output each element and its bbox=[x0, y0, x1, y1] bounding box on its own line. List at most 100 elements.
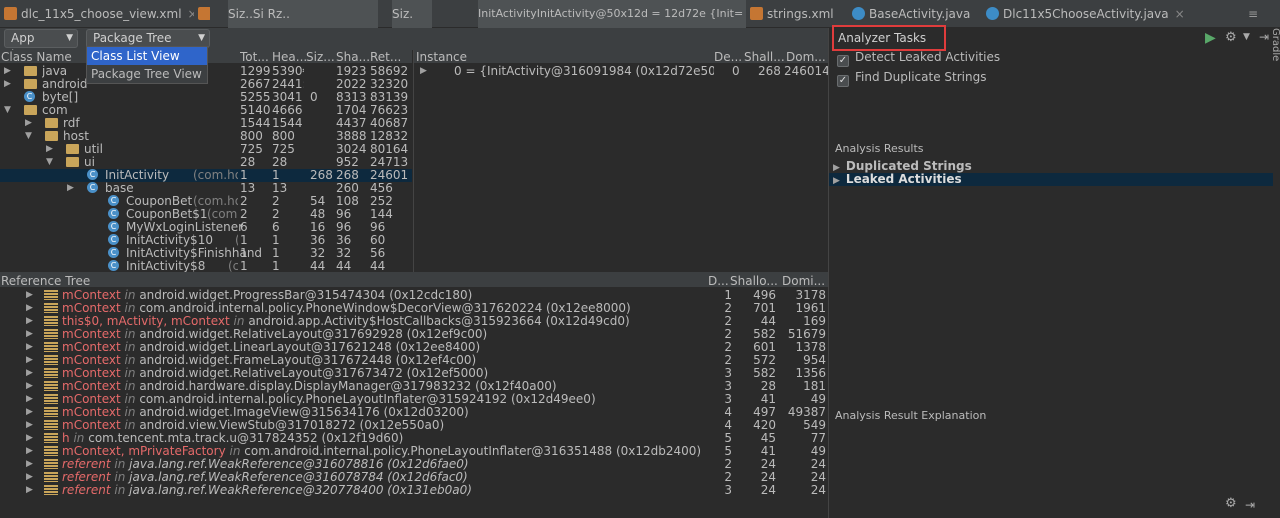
expand-arrow-icon[interactable]: ▶ bbox=[26, 289, 33, 302]
expand-arrow-icon[interactable]: ▶ bbox=[26, 315, 33, 328]
col-size[interactable]: Siz... bbox=[306, 50, 335, 64]
reference-row[interactable]: ▶ referent in java.lang.ref.WeakReference… bbox=[0, 458, 828, 471]
run-icon[interactable]: ▶ bbox=[1205, 30, 1216, 46]
expand-arrow-icon[interactable]: ▶ bbox=[67, 182, 74, 195]
col-total[interactable]: Tot... bbox=[240, 50, 269, 64]
col-shallow-size[interactable]: Shall... bbox=[744, 50, 785, 64]
class-row[interactable]: CCouponBet$1(com.hos224896144 bbox=[0, 208, 412, 221]
reference-row[interactable]: ▶ mContext in android.widget.LinearLayout… bbox=[0, 341, 828, 354]
expand-arrow-icon[interactable]: ▶ bbox=[26, 367, 33, 380]
checkbox-checked-icon[interactable]: ✓ bbox=[837, 75, 849, 87]
ref-dominating: 181 bbox=[803, 380, 826, 393]
expand-arrow-icon[interactable]: ▶ bbox=[26, 445, 33, 458]
reference-row[interactable]: ▶ mContext in com.android.internal.policy… bbox=[0, 302, 828, 315]
tab-siz-2[interactable]: Siz. bbox=[392, 0, 432, 28]
expand-arrow-icon[interactable]: ▶ bbox=[26, 458, 33, 471]
expand-arrow-icon[interactable]: ▶ bbox=[46, 143, 53, 156]
heap-selector[interactable]: App heap▼ bbox=[4, 29, 78, 62]
collapse-arrow-icon[interactable]: ▼ bbox=[46, 156, 53, 169]
class-row[interactable]: CCouponBet(com.host.u2254108252 bbox=[0, 195, 412, 208]
reference-row[interactable]: ▶ h in com.tencent.mta.track.u@317824352 … bbox=[0, 432, 828, 445]
expand-arrow-icon[interactable]: ▶ bbox=[833, 176, 840, 186]
close-icon[interactable]: × bbox=[1175, 7, 1184, 21]
reference-row[interactable]: ▶ mContext in android.widget.FrameLayout@… bbox=[0, 354, 828, 367]
class-row[interactable]: Cbyte[] 5255 3041 0 8313 83139 bbox=[0, 91, 412, 104]
class-row[interactable]: CMyWxLoginListener(cc66169696 bbox=[0, 221, 412, 234]
gear-icon[interactable]: ⚙ bbox=[1225, 496, 1237, 511]
col-dominating-size[interactable]: Dom... bbox=[786, 50, 826, 64]
class-row[interactable]: ▶ Cbase 13 13 260 456 bbox=[0, 182, 412, 195]
close-icon[interactable]: × bbox=[976, 7, 978, 21]
tab-strings-xml[interactable]: strings.xml bbox=[750, 0, 846, 28]
class-row[interactable]: ▼ com 5140 4666 1704 76623 bbox=[0, 104, 412, 117]
expand-arrow-icon[interactable]: ▶ bbox=[26, 471, 33, 484]
gear-icon[interactable]: ⚙ bbox=[1225, 30, 1237, 45]
expand-arrow-icon[interactable]: ▶ bbox=[4, 78, 11, 91]
col-heap[interactable]: Hea... bbox=[272, 50, 307, 64]
expand-arrow-icon[interactable]: ▶ bbox=[26, 380, 33, 393]
menu-item-class-list-view[interactable]: Class List View bbox=[87, 47, 207, 65]
class-row[interactable]: C InitActivity$Finishhand 1 1 32 32 56 bbox=[0, 247, 412, 260]
class-row[interactable]: CInitActivity$10(com.hc11363660 bbox=[0, 234, 412, 247]
task-detect-leaked-activities[interactable]: ✓ Detect Leaked Activities bbox=[837, 50, 1000, 67]
reference-row[interactable]: ▶ mContext in android.widget.ProgressBar@… bbox=[0, 289, 828, 302]
class-row[interactable]: ▶ rdf 1544 1544 4437 40687 bbox=[0, 117, 412, 130]
tab-initactivity-instance[interactable]: InitActivityInitActivity@50x12d = 12d72e… bbox=[478, 0, 746, 28]
col-depth[interactable]: De... bbox=[714, 50, 742, 64]
expand-arrow-icon[interactable]: ▶ bbox=[26, 341, 33, 354]
reference-row[interactable]: ▶ mContext in android.widget.RelativeLayo… bbox=[0, 328, 828, 341]
tab-list-menu-icon[interactable]: ≡ bbox=[1248, 0, 1276, 28]
expand-arrow-icon[interactable]: ▶ bbox=[26, 419, 33, 432]
task-find-duplicate-strings[interactable]: ✓ Find Duplicate Strings bbox=[837, 70, 986, 87]
close-icon[interactable]: × bbox=[188, 7, 194, 21]
collapse-arrow-icon[interactable]: ▼ bbox=[25, 130, 32, 143]
reference-row[interactable]: ▶ mContext in android.widget.ImageView@31… bbox=[0, 406, 828, 419]
col-retained[interactable]: Ret... bbox=[370, 50, 401, 64]
instance-row[interactable]: ▶ ! 0 = {InitActivity@316091984 (0x12d72… bbox=[414, 65, 829, 78]
result-leaked-activities[interactable]: ▶ Leaked Activities bbox=[829, 173, 1273, 186]
class-row[interactable]: ▶ util 725 725 3024 80164 bbox=[0, 143, 412, 156]
expand-arrow-icon[interactable]: ▶ bbox=[25, 117, 32, 130]
tab-base-activity-java[interactable]: BaseActivity.java× bbox=[852, 0, 978, 28]
col-ref-depth[interactable]: D... bbox=[708, 274, 729, 288]
expand-arrow-icon[interactable]: ▶ bbox=[26, 302, 33, 315]
expand-arrow-icon[interactable]: ▶ bbox=[4, 65, 11, 78]
tab-dlc-choose-view-xml[interactable]: dlc_11x5_choose_view.xml × bbox=[4, 0, 194, 28]
expand-arrow-icon[interactable]: ▶ bbox=[26, 432, 33, 445]
expand-arrow-icon[interactable]: ▶ bbox=[26, 328, 33, 341]
class-row[interactable]: ▼ host 800 800 3888 12832 bbox=[0, 130, 412, 143]
reference-field-icon bbox=[44, 445, 58, 458]
reference-row[interactable]: ▶ mContext in android.widget.RelativeLayo… bbox=[0, 367, 828, 380]
ref-depth: 1 bbox=[724, 289, 732, 302]
expand-arrow-icon[interactable]: ▶ bbox=[26, 354, 33, 367]
hide-icon[interactable]: ⇥ bbox=[1259, 30, 1269, 44]
checkbox-checked-icon[interactable]: ✓ bbox=[837, 55, 849, 67]
col-ref-shallow[interactable]: Shallo... bbox=[730, 274, 778, 288]
reference-row[interactable]: ▶ mContext in android.view.ViewStub@31701… bbox=[0, 419, 828, 432]
reference-row[interactable]: ▶ mContext in android.hardware.display.Di… bbox=[0, 380, 828, 393]
col-shallow[interactable]: Sha... bbox=[336, 50, 370, 64]
reference-row[interactable]: ▶ mContext in com.android.internal.policy… bbox=[0, 393, 828, 406]
collapse-arrow-icon[interactable]: ▼ bbox=[4, 104, 11, 117]
expand-arrow-icon[interactable]: ▶ bbox=[420, 65, 427, 78]
class-row[interactable]: CInitActivity(com.host.u1126826824601 bbox=[0, 169, 412, 182]
tab-file[interactable] bbox=[198, 0, 210, 28]
class-row[interactable]: ▼ ui 28 28 952 24713 bbox=[0, 156, 412, 169]
col-reference-tree[interactable]: Reference Tree bbox=[1, 274, 90, 288]
expand-arrow-icon[interactable]: ▶ bbox=[833, 163, 840, 173]
col-class-name[interactable]: Class Name bbox=[1, 50, 72, 64]
col-ref-dominating[interactable]: Domi... bbox=[782, 274, 825, 288]
reference-row[interactable]: ▶ mContext, mPrivateFactory in com.androi… bbox=[0, 445, 828, 458]
gradle-side-tab[interactable]: Gradle bbox=[1270, 28, 1280, 108]
tab-dlc-choose-activity-java[interactable]: Dlc11x5ChooseActivity.java × bbox=[986, 0, 1184, 28]
menu-item-package-tree-view[interactable]: Package Tree View bbox=[87, 65, 207, 83]
reference-row[interactable]: ▶ referent in java.lang.ref.WeakReference… bbox=[0, 471, 828, 484]
reference-row[interactable]: ▶ this$0, mActivity, mContext in android.… bbox=[0, 315, 828, 328]
expand-arrow-icon[interactable]: ▶ bbox=[26, 406, 33, 419]
col-instance[interactable]: Instance bbox=[416, 50, 467, 64]
tab-siz[interactable]: Siz..Si Rz.. bbox=[228, 0, 378, 28]
reference-field-icon bbox=[44, 419, 58, 432]
expand-arrow-icon[interactable]: ▶ bbox=[26, 393, 33, 406]
hide-icon[interactable]: ⇥ bbox=[1245, 498, 1255, 512]
chevron-down-icon[interactable]: ▼ bbox=[1243, 32, 1250, 42]
